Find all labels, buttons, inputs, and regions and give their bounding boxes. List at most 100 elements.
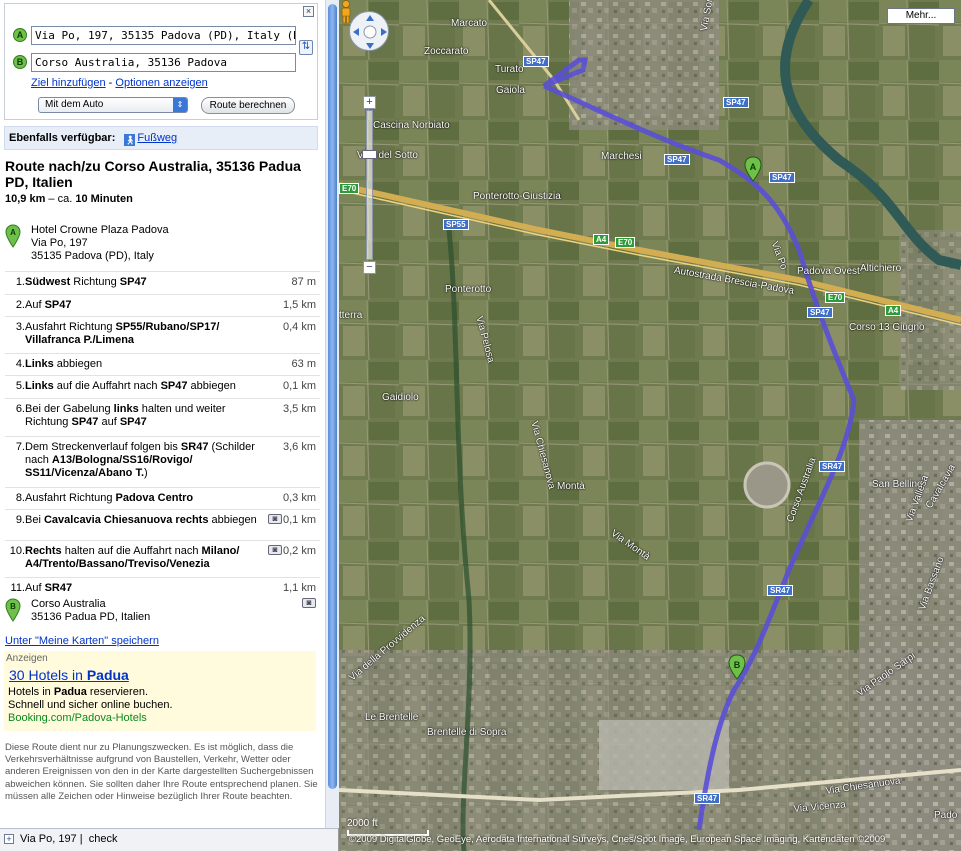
road-shield-sp47: SP47: [664, 154, 690, 165]
direction-step[interactable]: 3. Ausfahrt Richtung SP55/Rubano/SP17/ Vi…: [5, 316, 320, 353]
form-links: Ziel hinzufügen - Optionen anzeigen: [31, 77, 208, 89]
svg-text:A: A: [10, 228, 16, 237]
step-distance: 0,1 km: [282, 380, 316, 392]
map-place-label: Gaidiolo: [382, 392, 419, 403]
map-place-label: Pado: [934, 810, 958, 821]
map-place-label: Brentelle di Sopra: [427, 727, 507, 738]
step-number: 2.: [15, 299, 25, 311]
road-shield-sp47: SP47: [523, 56, 549, 67]
step-number: 1.: [15, 276, 25, 288]
step-distance: 63 m: [291, 358, 316, 370]
more-layers-button[interactable]: Mehr...: [887, 8, 955, 24]
walking-icon: 🚶︎: [124, 134, 136, 146]
panel-scrollbar[interactable]: [325, 0, 339, 828]
zoom-slider-track[interactable]: [366, 110, 373, 260]
road-shield-sr47: SR47: [767, 585, 794, 596]
map-place-label: Ponterotto-Giustizia: [473, 191, 561, 202]
direction-step[interactable]: 7. Dem Streckenverlauf folgen bis SR47 (S…: [5, 436, 320, 487]
start-waypoint[interactable]: A Hotel Crowne Plaza Padova Via Po, 197 …: [5, 224, 320, 268]
ad-line-1-post: reservieren.: [86, 686, 149, 698]
direction-step[interactable]: 9. Bei Cavalcavia Chiesanuova rechts abbi…: [5, 509, 320, 540]
step-number: 9.: [15, 514, 25, 526]
show-options-link[interactable]: Optionen anzeigen: [115, 77, 207, 89]
ad-title-link[interactable]: 30 Hotels in Padua: [9, 667, 129, 683]
step-instruction: Links abbiegen: [25, 358, 103, 370]
start-street: Via Po, 197: [31, 237, 88, 249]
step-distance: 0,4 km: [282, 321, 316, 333]
road-shield-sr47: SR47: [694, 793, 721, 804]
road-shield-a4: A4: [593, 234, 610, 245]
road-shield-sp47: SP47: [807, 307, 833, 318]
step-distance: 0,1 km: [282, 514, 316, 526]
step-number: 8.: [15, 492, 25, 504]
ad-line-1: Hotels in Padua reservieren.: [8, 686, 148, 698]
road-shield-sp47: SP47: [769, 172, 795, 183]
add-destination-link[interactable]: Ziel hinzufügen: [31, 77, 106, 89]
road-shield-e70: E70: [615, 237, 636, 248]
step-distance: 1,5 km: [282, 299, 316, 311]
scrollbar-thumb[interactable]: [328, 4, 337, 789]
from-input[interactable]: Via Po, 197, 35135 Padova (PD), Italy (H…: [31, 26, 296, 45]
step-number: 3.: [15, 321, 25, 333]
route-distance: 10,9 km: [5, 193, 46, 205]
map-place-label: Le Brentelle: [365, 712, 419, 723]
street-view-camera-icon[interactable]: ◙: [302, 598, 316, 608]
step-instruction: Südwest Richtung SP47: [25, 276, 147, 288]
ad-line-1-bold: Padua: [53, 686, 87, 698]
map-place-label: Marchesi: [601, 151, 642, 162]
direction-step[interactable]: 11. Auf SR47 1,1 km: [5, 577, 320, 599]
end-name: Corso Australia: [31, 598, 106, 610]
calculate-route-button[interactable]: Route berechnen: [201, 97, 295, 114]
direction-step[interactable]: 5. Links auf die Auffahrt nach SP47 abbie…: [5, 375, 320, 398]
map-place-label: Corso 13 Giugno: [849, 322, 925, 333]
green-marker-a-icon: A: [5, 224, 21, 248]
step-number: 4.: [15, 358, 25, 370]
step-instruction: Ausfahrt Richtung Padova Centro: [25, 492, 194, 504]
step-number: 6.: [15, 403, 25, 415]
direction-step[interactable]: 2. Auf SP47 1,5 km: [5, 294, 320, 316]
road-shield-sr47: SR47: [819, 461, 846, 472]
road-shield-sp55: SP55: [443, 219, 469, 230]
map-place-label: Turato: [495, 64, 524, 75]
street-view-camera-icon[interactable]: ◙: [268, 514, 282, 524]
direction-step[interactable]: 6. Bei der Gabelung links halten und weit…: [5, 398, 320, 436]
step-number: 11.: [10, 582, 25, 594]
street-view-camera-icon[interactable]: ◙: [268, 545, 282, 555]
direction-step[interactable]: 1. Südwest Richtung SP47 87 m: [5, 271, 320, 294]
direction-step[interactable]: 10. Rechts halten auf die Auffahrt nach M…: [5, 540, 320, 577]
pan-control[interactable]: [349, 11, 389, 51]
status-bar: + Via Po, 197 | check: [0, 828, 338, 851]
end-waypoint[interactable]: B Corso Australia 35136 Padua PD, Italie…: [5, 598, 320, 628]
direction-step[interactable]: 4. Links abbiegen 63 m: [5, 353, 320, 375]
route-title: Route nach/zu Corso Australia, 35136 Pad…: [5, 158, 301, 190]
satellite-map[interactable]: A B Marcato Zoccarato Turato Gaiola Cascina …: [339, 0, 961, 851]
ad-url[interactable]: Booking.com/Padova-Hotels: [8, 712, 147, 724]
step-distance: 87 m: [291, 276, 316, 288]
map-place-label: Gaiola: [496, 85, 525, 96]
also-available-label: Ebenfalls verfügbar:: [9, 132, 116, 144]
route-summary: 10,9 km – ca. 10 Minuten: [5, 193, 133, 205]
start-city: 35135 Padova (PD), Italy: [31, 250, 154, 262]
expand-plus-icon[interactable]: +: [4, 834, 14, 844]
save-to-my-maps-link[interactable]: Unter "Meine Karten" speichern: [5, 635, 159, 647]
route-duration: 10 Minuten: [75, 193, 133, 205]
zoom-out-button[interactable]: −: [363, 261, 376, 274]
travel-mode-select[interactable]: Mit dem Auto ⇕: [38, 97, 188, 113]
walk-link[interactable]: Fußweg: [137, 132, 177, 144]
step-instruction: Auf SR47: [25, 582, 73, 594]
map-place-label: Cascina Norbiato: [373, 120, 450, 131]
zoom-in-button[interactable]: +: [363, 96, 376, 109]
to-input[interactable]: Corso Australia, 35136 Padova: [31, 53, 296, 72]
marker-b-icon: B: [13, 55, 27, 69]
road-shield-e70: E70: [825, 292, 846, 303]
swap-directions-button[interactable]: ⇅: [299, 40, 313, 55]
step-number: 5.: [15, 380, 25, 392]
ad-title-text: 30 Hotels in: [9, 667, 87, 683]
direction-step[interactable]: 8. Ausfahrt Richtung Padova Centro 0,3 km: [5, 487, 320, 509]
street-view-pegman-icon[interactable]: [339, 0, 353, 24]
ad-title-bold: Padua: [86, 667, 129, 683]
map-place-label: Marcato: [451, 18, 488, 29]
road-shield-a4: A4: [885, 305, 902, 316]
close-form-button[interactable]: ×: [303, 6, 314, 17]
zoom-slider-thumb[interactable]: [362, 150, 377, 159]
